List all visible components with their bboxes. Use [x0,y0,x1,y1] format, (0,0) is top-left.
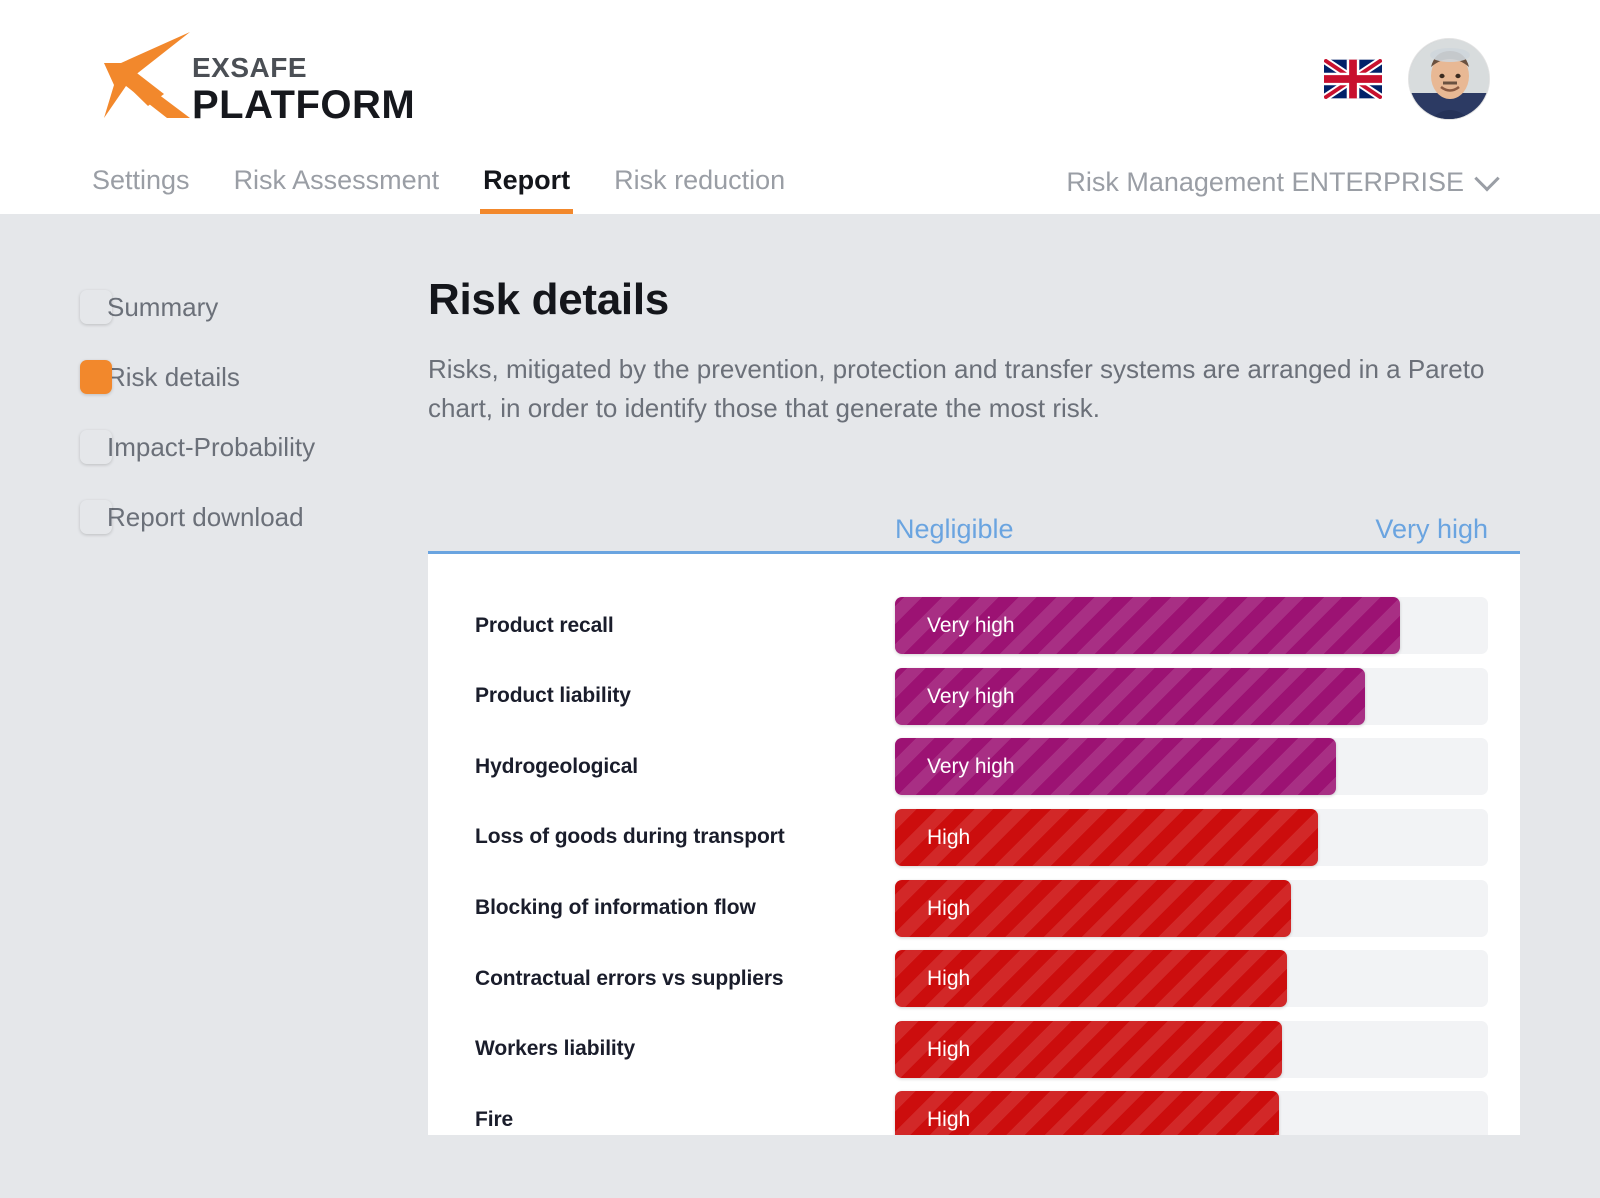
nav-tab-settings[interactable]: Settings [92,164,212,214]
risk-bar-track: Very high [895,667,1488,725]
risk-row-label: Product liability [475,684,631,708]
risk-row[interactable]: Hydrogeological Very high [428,732,1488,803]
risk-bar[interactable]: Very high [895,597,1401,655]
chart-scale-labels: Negligible Very high [428,493,1520,551]
org-switcher[interactable]: Risk Management ENTERPRISE [1066,165,1500,198]
risk-row[interactable]: Fire High [428,1084,1488,1136]
risk-row-label: Workers liability [475,1037,636,1061]
org-switcher-label: Risk Management ENTERPRISE [1066,167,1464,197]
sidebar-item-label: Risk details [107,362,240,392]
risk-bar-value-label: High [927,1037,971,1061]
sidebar-item-report-download[interactable]: Report download [0,500,400,570]
report-sidebar: Summary Risk details Impact-Probability … [0,290,400,570]
risk-bar-value-label: Very high [927,684,1015,708]
main-navigation: Settings Risk Assessment Report Risk red… [92,164,807,215]
risk-bar[interactable]: High [895,879,1292,937]
risk-bar-value-label: High [927,896,971,920]
risk-bar-value-label: High [927,1108,971,1132]
risk-bar-track: Very high [895,597,1488,655]
risk-row[interactable]: Workers liability High [428,1014,1488,1085]
sidebar-item-risk-details[interactable]: Risk details [0,360,400,430]
risk-bar-track: High [895,808,1488,866]
risk-bar-track: High [895,1091,1488,1136]
sidebar-item-impact-probability[interactable]: Impact-Probability [0,430,400,500]
sidebar-item-label: Impact-Probability [107,432,316,462]
risk-bar-track: Very high [895,738,1488,796]
user-avatar[interactable] [1408,38,1490,120]
risk-row-label: Loss of goods during transport [475,825,785,849]
chevron-down-icon [1474,165,1500,191]
risk-row[interactable]: Product liability Very high [428,661,1488,732]
sidebar-item-label: Summary [107,292,219,322]
nav-tab-risk-assessment[interactable]: Risk Assessment [212,164,462,214]
risk-bar[interactable]: Very high [895,667,1366,725]
risk-row-label: Fire [475,1107,514,1131]
risk-bar-track: High [895,879,1488,937]
x-logo-icon [104,32,190,118]
brand-name-top: EXSAFE [192,52,308,83]
risk-row-label: Blocking of information flow [475,896,756,919]
risk-pareto-chart: Product recall Very high Product liability… [428,551,1520,1136]
page-body: Summary Risk details Impact-Probability … [0,214,1600,1198]
risk-row-label: Product recall [475,613,614,637]
risk-bar[interactable]: Very high [895,738,1336,796]
risk-bar-value-label: Very high [927,614,1015,638]
nav-tab-risk-reduction[interactable]: Risk reduction [592,164,807,214]
risk-row-label: Hydrogeological [475,754,639,778]
brand-logo[interactable]: EXSAFE PLATFORM [104,32,415,126]
risk-bar-track: High [895,950,1488,1008]
risk-bar-value-label: High [927,825,971,849]
risk-bar[interactable]: High [895,808,1319,866]
risk-bar-value-label: High [927,967,971,991]
app-header: EXSAFE PLATFORM Settings Risk Assessment… [0,0,1600,215]
uk-flag-icon[interactable] [1324,59,1382,99]
risk-bar[interactable]: High [895,1091,1280,1136]
main-content: Risk details Risks, mitigated by the pre… [428,275,1520,1136]
brand-name-bottom: PLATFORM [192,83,416,127]
risk-row[interactable]: Blocking of information flow High [428,873,1488,944]
sidebar-item-label: Report download [107,502,304,532]
active-indicator [80,360,112,394]
risk-row-label: Contractual errors vs suppliers [475,966,784,990]
risk-bar[interactable]: High [895,1020,1283,1078]
sidebar-item-summary[interactable]: Summary [0,290,400,360]
risk-bar-track: High [895,1020,1488,1078]
active-indicator [80,500,112,534]
risk-bar[interactable]: High [895,950,1287,1008]
risk-bar-value-label: Very high [927,755,1015,779]
active-indicator [80,290,112,324]
risk-row[interactable]: Contractual errors vs suppliers High [428,943,1488,1014]
risk-row[interactable]: Product recall Very high [428,590,1488,661]
scale-label-negligible: Negligible [895,514,1014,545]
active-indicator [80,430,112,464]
nav-tab-report[interactable]: Report [461,164,592,215]
risk-row[interactable]: Loss of goods during transport High [428,802,1488,873]
page-title: Risk details [428,275,669,324]
page-description: Risks, mitigated by the prevention, prot… [428,354,1485,423]
scale-label-very-high: Very high [1375,514,1488,545]
